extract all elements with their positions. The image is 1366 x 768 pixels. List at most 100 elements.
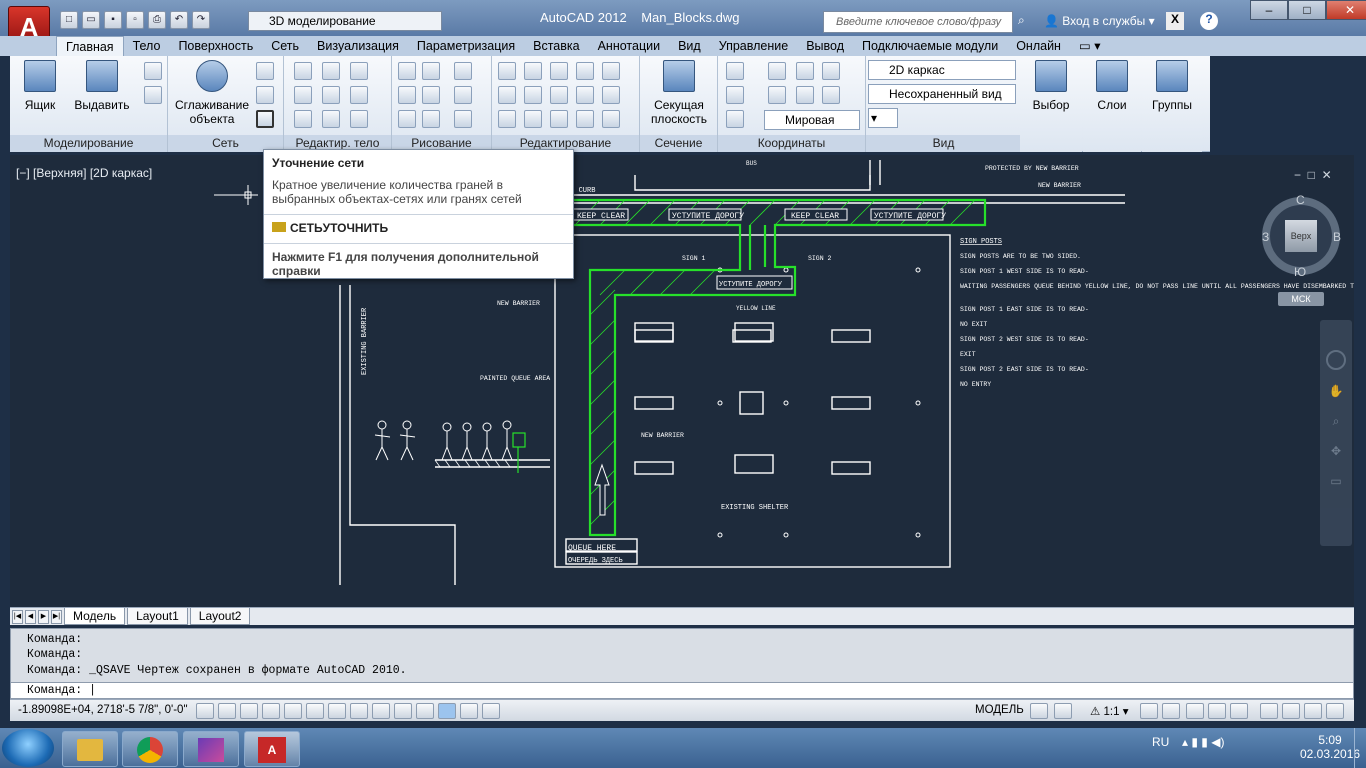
polyline-icon[interactable] bbox=[398, 62, 416, 80]
ucs-icon[interactable] bbox=[768, 62, 786, 80]
ribbon-tab[interactable]: Вывод bbox=[797, 36, 853, 56]
groups-panel[interactable]: Группы bbox=[1142, 56, 1202, 152]
print-icon[interactable]: ⎙ bbox=[148, 11, 166, 29]
zoom-icon[interactable]: ⌕ bbox=[1326, 414, 1346, 434]
next-tab-button[interactable]: ▶ bbox=[38, 609, 49, 624]
modify-tool-icon[interactable] bbox=[576, 86, 594, 104]
ribbon-tab[interactable]: Подключаемые модули bbox=[853, 36, 1007, 56]
ucs-icon[interactable] bbox=[768, 86, 786, 104]
ucs-icon[interactable] bbox=[822, 62, 840, 80]
3dosnap-icon[interactable] bbox=[328, 703, 346, 719]
panel-title[interactable]: Координаты bbox=[718, 135, 865, 152]
rectangle-icon[interactable] bbox=[422, 110, 440, 128]
extract-edges-icon[interactable] bbox=[350, 62, 368, 80]
ribbon-tab[interactable]: Аннотации bbox=[589, 36, 669, 56]
clean-screen-icon[interactable] bbox=[1326, 703, 1344, 719]
tab-model[interactable]: Модель bbox=[64, 608, 126, 625]
osnap-icon[interactable] bbox=[306, 703, 324, 719]
ortho-icon[interactable] bbox=[262, 703, 280, 719]
ucs-icon[interactable] bbox=[726, 110, 744, 128]
line-icon[interactable] bbox=[454, 62, 472, 80]
annotation-visibility-icon[interactable] bbox=[1140, 703, 1158, 719]
save-as-icon[interactable]: ▫ bbox=[126, 11, 144, 29]
ribbon-tab[interactable]: Поверхность bbox=[169, 36, 262, 56]
panel-title[interactable]: Вид bbox=[866, 135, 1021, 152]
extrude-faces-icon[interactable] bbox=[350, 86, 368, 104]
quick-properties-icon[interactable] bbox=[460, 703, 478, 719]
compass-north[interactable]: С bbox=[1296, 193, 1305, 207]
move-icon[interactable] bbox=[550, 62, 568, 80]
workspace-switch-icon[interactable] bbox=[1186, 703, 1204, 719]
selection-cycling-icon[interactable] bbox=[482, 703, 500, 719]
autocad-taskbar-button[interactable]: A bbox=[244, 731, 300, 767]
language-indicator[interactable]: RU bbox=[1152, 735, 1169, 749]
tab-layout2[interactable]: Layout2 bbox=[189, 608, 251, 625]
viewport-label[interactable]: [−] [Верхняя] [2D каркас] bbox=[16, 166, 152, 180]
refine-mesh-icon[interactable] bbox=[256, 110, 274, 128]
performance-icon[interactable] bbox=[1230, 703, 1248, 719]
modeling-tool-icon[interactable] bbox=[144, 86, 162, 104]
circle-icon[interactable] bbox=[454, 86, 472, 104]
wcs-menu[interactable]: МСК bbox=[1278, 292, 1324, 306]
separate-icon[interactable] bbox=[350, 110, 368, 128]
navigation-bar[interactable]: ✋ ⌕ ✥ ▭ bbox=[1320, 320, 1352, 546]
ribbon-tab[interactable]: Управление bbox=[710, 36, 798, 56]
ribbon-tab[interactable]: Сеть bbox=[262, 36, 308, 56]
rotate-icon[interactable] bbox=[550, 86, 568, 104]
modify-tool-icon[interactable] bbox=[524, 62, 542, 80]
panel-title[interactable]: Сечение bbox=[640, 135, 717, 152]
steering-wheel-icon[interactable] bbox=[1326, 350, 1346, 370]
ribbon-tab[interactable]: Главная bbox=[56, 36, 124, 56]
compass-south[interactable]: Ю bbox=[1294, 265, 1306, 279]
ribbon-tab[interactable]: Вид bbox=[669, 36, 710, 56]
subtract-icon[interactable] bbox=[294, 86, 312, 104]
modify-tool-icon[interactable] bbox=[550, 110, 568, 128]
auto-scale-icon[interactable] bbox=[1162, 703, 1180, 719]
start-button[interactable] bbox=[2, 729, 54, 767]
model-space-button[interactable]: МОДЕЛЬ bbox=[975, 704, 1024, 716]
smooth-object-button[interactable]: Сглаживание объекта bbox=[172, 58, 252, 126]
viewcube-top[interactable]: Верх bbox=[1285, 220, 1317, 252]
transparency-icon[interactable] bbox=[438, 703, 456, 719]
hardware-accel-icon[interactable] bbox=[1260, 703, 1278, 719]
clock[interactable]: 5:09 02.03.2016 bbox=[1300, 733, 1360, 761]
compass-east[interactable]: В bbox=[1333, 230, 1341, 244]
search-input[interactable]: Введите ключевое слово/фразу bbox=[823, 11, 1013, 33]
viewport-controls[interactable]: − □ ✕ bbox=[1294, 168, 1332, 182]
exchange-icon[interactable]: X bbox=[1166, 12, 1184, 30]
slice-icon[interactable] bbox=[322, 62, 340, 80]
otrack-icon[interactable] bbox=[350, 703, 368, 719]
annotation-scale[interactable]: ⚠ 1:1 ▾ bbox=[1090, 704, 1128, 718]
undo-icon[interactable]: ↶ bbox=[170, 11, 188, 29]
modify-tool-icon[interactable] bbox=[576, 110, 594, 128]
prev-tab-button[interactable]: ◀ bbox=[25, 609, 36, 624]
ucs-icon[interactable] bbox=[796, 62, 814, 80]
binoculars-icon[interactable]: ⌕ bbox=[1018, 13, 1038, 31]
interfere-icon[interactable] bbox=[322, 86, 340, 104]
ucs-icon[interactable] bbox=[796, 86, 814, 104]
layers-button[interactable]: Слои bbox=[1085, 58, 1139, 112]
mesh-tool-icon[interactable] bbox=[256, 62, 274, 80]
ucs-icon[interactable] bbox=[822, 86, 840, 104]
view-cube-toggle[interactable]: ▾ bbox=[868, 108, 898, 128]
explorer-taskbar-button[interactable] bbox=[62, 731, 118, 767]
visual-style-dropdown[interactable]: 2D каркас bbox=[868, 60, 1016, 80]
ducs-icon[interactable] bbox=[372, 703, 390, 719]
extrude-button[interactable]: Выдавить bbox=[72, 58, 132, 112]
draw-tool-icon[interactable] bbox=[422, 62, 440, 80]
modeling-tool-icon[interactable] bbox=[144, 62, 162, 80]
named-view-dropdown[interactable]: Несохраненный вид bbox=[868, 84, 1016, 104]
selection-panel[interactable]: Выбор bbox=[1020, 56, 1082, 152]
status-menu-icon[interactable] bbox=[1304, 703, 1322, 719]
section-plane-button[interactable]: Секущая плоскость bbox=[644, 58, 714, 126]
maximize-button[interactable]: □ bbox=[1288, 0, 1326, 20]
intersect-icon[interactable] bbox=[294, 110, 312, 128]
selection-button[interactable]: Выбор bbox=[1024, 58, 1078, 112]
minimize-button[interactable]: – bbox=[1250, 0, 1288, 20]
array-icon[interactable] bbox=[602, 110, 620, 128]
ucs-icon[interactable] bbox=[726, 62, 744, 80]
ribbon-tab[interactable]: Онлайн bbox=[1007, 36, 1070, 56]
modify-tool-icon[interactable] bbox=[602, 86, 620, 104]
draw-tool-icon[interactable] bbox=[422, 86, 440, 104]
isolate-objects-icon[interactable] bbox=[1282, 703, 1300, 719]
